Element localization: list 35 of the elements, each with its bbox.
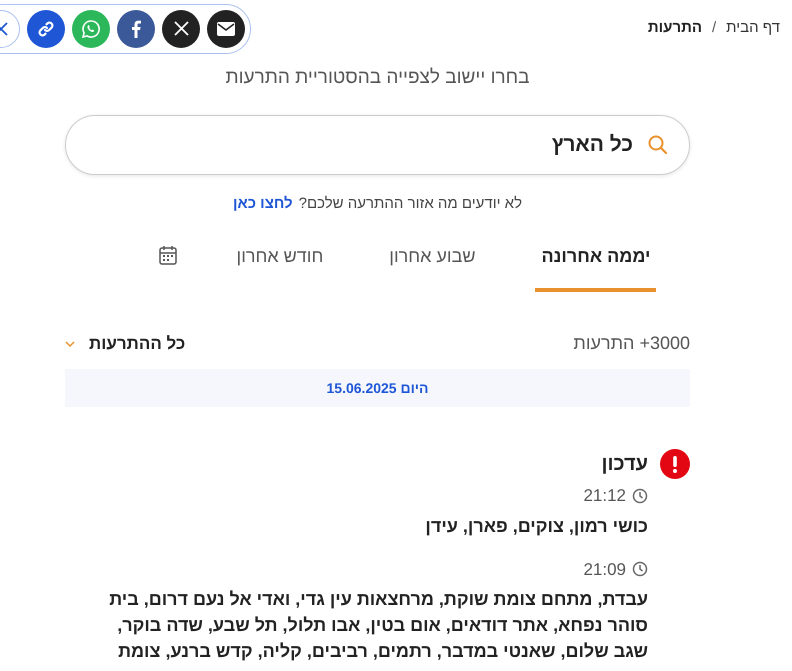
email-share-button[interactable] — [207, 10, 245, 48]
whatsapp-share-button[interactable] — [72, 10, 110, 48]
chevron-down-icon — [65, 340, 75, 346]
alert-count: 3000+ התרעות — [573, 332, 690, 355]
page-heading: בחרו יישוב לצפייה בהסטוריית התרעות — [224, 66, 531, 90]
clock-icon — [632, 561, 648, 578]
copy-link-button[interactable] — [27, 10, 65, 48]
envelope-icon — [217, 22, 235, 36]
alert-filter-dropdown[interactable]: כל ההתרעות — [65, 330, 186, 356]
alert-locations: עבדת, מתחם צומת שוקת, מרחצאות עין גדי, ואדי אל נעם דרום, בית סוהר נפחא, אתר דודאים, אום בטין, אבו תלול, תל שבע, שדה בוקר, שגב שלום, שאנטי במדבר, רתמים, רביבים, קליה, קדש ברנע, צומת — [108, 588, 648, 663]
period-tab[interactable]: שבוע אחרון — [383, 243, 482, 292]
breadcrumb-link[interactable]: דף הבית — [726, 17, 780, 40]
facebook-share-button[interactable] — [117, 10, 155, 48]
calendar-icon — [158, 245, 177, 265]
breadcrumb-current[interactable]: התרעות — [648, 17, 702, 40]
date-label: היום 15.06.2025 — [326, 378, 428, 398]
search-icon — [648, 134, 668, 154]
click-here-link[interactable]: לחצו כאן — [232, 192, 293, 215]
alert-time: 21:09 — [583, 558, 626, 580]
facebook-logo-icon — [131, 20, 141, 38]
phone-bubble-icon — [81, 18, 101, 38]
search-field[interactable]: כל הארץ — [65, 114, 690, 174]
hint-text: לא יודעים מה אזור ההתרעה שלכם? — [298, 194, 522, 214]
alert-time: 21:12 — [583, 485, 626, 507]
x-share-button[interactable] — [162, 10, 200, 48]
period-tab[interactable]: חודש אחרון — [230, 243, 330, 292]
alert-locations: כושי רמון, צוקים, פארן, עידן — [424, 514, 648, 538]
link-icon — [37, 20, 55, 38]
breadcrumb-separator: / — [712, 18, 716, 38]
alert-title: עדכון — [600, 452, 648, 477]
calendar-button[interactable] — [158, 245, 177, 265]
period-tab[interactable]: יממה אחרונה — [535, 243, 656, 292]
x-logo-icon — [174, 21, 188, 36]
clock-icon — [632, 488, 648, 504]
alert-icon — [660, 449, 690, 479]
